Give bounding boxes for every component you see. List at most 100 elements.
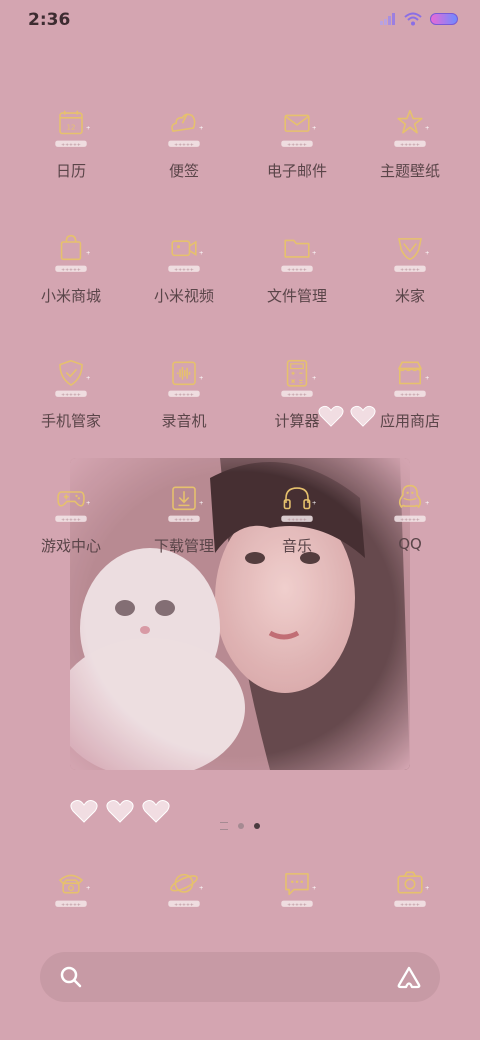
app-gamepad[interactable]: +++++ + 游戏中心 [11, 475, 131, 556]
app-recorder[interactable]: +++++ + 录音机 [124, 350, 244, 431]
app-label: 小米视频 [153, 287, 214, 305]
svg-text:+: + [86, 126, 91, 132]
app-label: 小米商城 [40, 287, 101, 305]
app-theme[interactable]: +++++ + 主题壁纸 [350, 100, 470, 181]
app-label: 下载管理 [153, 537, 214, 555]
svg-text:+: + [86, 501, 91, 507]
app-label: 应用商店 [379, 412, 440, 430]
svg-text:+: + [425, 501, 430, 507]
app-label: 游戏中心 [40, 537, 101, 555]
svg-text:+++++: +++++ [174, 517, 194, 523]
svg-text:+++++: +++++ [400, 267, 420, 273]
app-label: 电子邮件 [266, 162, 327, 180]
mail-icon: +++++ + [269, 100, 325, 156]
shopping-bag-icon: +++++ + [43, 225, 99, 281]
svg-text:+: + [199, 376, 204, 382]
svg-text:+: + [425, 886, 430, 892]
app-download[interactable]: +++++ + 下载管理 [124, 475, 244, 556]
status-bar: 2:36 [0, 0, 480, 40]
app-label: QQ [398, 535, 422, 553]
dock-camera[interactable]: +++++ + [350, 860, 470, 916]
folder-icon: +++++ + [269, 225, 325, 281]
mijia-icon: +++++ + [382, 225, 438, 281]
phone-icon: +++++ + [43, 860, 99, 916]
app-label: 手机管家 [40, 412, 101, 430]
svg-text:+++++: +++++ [174, 142, 194, 148]
app-label: 主题壁纸 [379, 162, 440, 180]
recorder-icon: +++++ + [156, 350, 212, 406]
svg-text:+++++: +++++ [287, 142, 307, 148]
qq-penguin-icon: +++++ + [382, 475, 438, 531]
status-icons [380, 12, 458, 26]
svg-text:+: + [199, 126, 204, 132]
dock-browser[interactable]: +++++ + [124, 860, 244, 916]
svg-text:+: + [312, 376, 317, 382]
notes-icon: +++++ + [156, 100, 212, 156]
headphones-icon: +++++ + [269, 475, 325, 531]
svg-text:+++++: +++++ [400, 392, 420, 398]
shield-icon: +++++ + [43, 350, 99, 406]
svg-text:+++++: +++++ [174, 267, 194, 273]
app-label: 音乐 [281, 537, 312, 555]
app-label: 录音机 [161, 412, 207, 430]
app-mail[interactable]: +++++ + 电子邮件 [237, 100, 357, 181]
app-label: 日历 [55, 162, 86, 180]
svg-text:+++++: +++++ [287, 517, 307, 523]
app-label: 计算器 [274, 412, 320, 430]
svg-text:+++++: +++++ [61, 267, 81, 273]
calculator-icon: +++++ + [269, 350, 325, 406]
svg-text:+: + [312, 501, 317, 507]
heart-icon [350, 405, 376, 427]
battery-icon [430, 13, 458, 25]
search-bar[interactable] [40, 952, 440, 1002]
page-menu-indicator [220, 822, 228, 830]
svg-text:+++++: +++++ [174, 902, 194, 908]
heart-icon [70, 800, 98, 823]
app-folder[interactable]: +++++ + 文件管理 [237, 225, 357, 306]
svg-text:+: + [199, 251, 204, 257]
clock: 2:36 [28, 10, 71, 30]
video-icon: +++++ + [156, 225, 212, 281]
svg-text:+: + [425, 126, 430, 132]
svg-text:+++++: +++++ [61, 392, 81, 398]
app-mijia[interactable]: +++++ + 米家 [350, 225, 470, 306]
search-icon[interactable] [60, 966, 82, 988]
download-icon: +++++ + [156, 475, 212, 531]
page-dot [238, 823, 244, 829]
planet-icon: +++++ + [156, 860, 212, 916]
heart-icon [106, 800, 134, 823]
svg-text:12: 12 [67, 123, 76, 132]
svg-text:+: + [86, 886, 91, 892]
app-qq-penguin[interactable]: +++++ + QQ [350, 475, 470, 553]
svg-text:+++++: +++++ [400, 517, 420, 523]
dock-messages[interactable]: +++++ + [237, 860, 357, 916]
app-notes[interactable]: +++++ + 便签 [124, 100, 244, 181]
page-dot-active [254, 823, 260, 829]
svg-text:+++++: +++++ [61, 142, 81, 148]
message-icon: +++++ + [269, 860, 325, 916]
svg-text:+: + [312, 886, 317, 892]
heart-icon [142, 800, 170, 823]
svg-text:+++++: +++++ [400, 902, 420, 908]
assistant-icon[interactable] [396, 965, 422, 989]
heart-decorations [70, 798, 170, 824]
svg-text:+++++: +++++ [400, 142, 420, 148]
app-shield[interactable]: +++++ + 手机管家 [11, 350, 131, 431]
wifi-icon [404, 12, 422, 26]
svg-text:+: + [425, 376, 430, 382]
svg-text:+: + [199, 886, 204, 892]
page-indicator[interactable] [0, 822, 480, 830]
svg-text:+++++: +++++ [174, 392, 194, 398]
svg-text:+: + [86, 251, 91, 257]
svg-text:+++++: +++++ [61, 902, 81, 908]
dock: +++++ + +++++ + +++++ + +++++ + [0, 860, 480, 930]
app-shopping-bag[interactable]: +++++ + 小米商城 [11, 225, 131, 306]
svg-text:+: + [425, 251, 430, 257]
svg-text:+: + [199, 501, 204, 507]
app-calendar[interactable]: +++++ 12 + 日历 [11, 100, 131, 181]
svg-text:+++++: +++++ [287, 392, 307, 398]
dock-phone[interactable]: +++++ + [11, 860, 131, 916]
app-headphones[interactable]: +++++ + 音乐 [237, 475, 357, 556]
theme-icon: +++++ + [382, 100, 438, 156]
app-video[interactable]: +++++ + 小米视频 [124, 225, 244, 306]
